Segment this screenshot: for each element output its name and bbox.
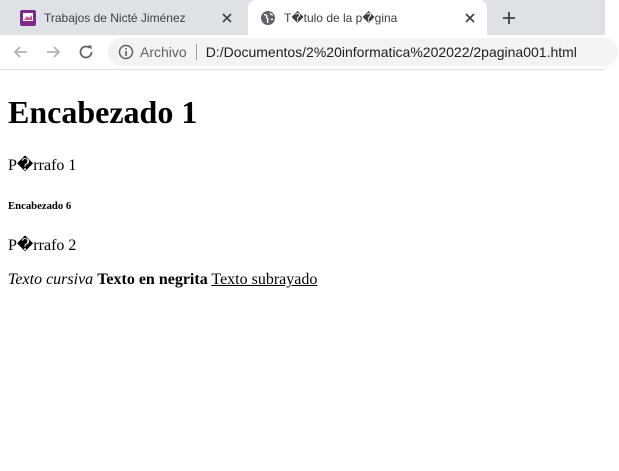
close-tab-icon[interactable] <box>461 9 479 27</box>
tab-title: Trabajos de Nicté Jiménez <box>44 10 186 25</box>
globe-icon <box>260 10 276 26</box>
paragraph-2: P�rrafo 2 <box>8 237 77 254</box>
url-text[interactable]: D:/Documentos/2%20informatica%202022/2pa… <box>206 44 577 60</box>
divider <box>195 44 197 60</box>
reload-icon <box>79 45 93 59</box>
formatted-text-line: Texto cursiva Texto en negrita Texto sub… <box>8 271 603 289</box>
tab-titulo[interactable]: T�tulo de la p�gina <box>248 0 487 35</box>
forward-button[interactable] <box>42 41 64 63</box>
heading-6: Encabezado 6 <box>8 200 72 212</box>
heading-1: Encabezado 1 <box>8 94 198 130</box>
italic-text: Texto cursiva <box>8 271 94 288</box>
back-button[interactable] <box>10 41 32 63</box>
scheme-label: Archivo <box>140 44 187 60</box>
bold-text: Texto en negrita <box>97 271 208 288</box>
purple-app-icon <box>20 9 36 26</box>
tab-trabajos[interactable]: Trabajos de Nicté Jiménez <box>8 0 244 35</box>
tab-title: T�tulo de la p�gina <box>284 10 398 25</box>
reload-button[interactable] <box>75 41 97 63</box>
arrow-left-icon <box>13 46 27 58</box>
tab-strip: Trabajos de Nicté Jiménez T�tulo de la p… <box>0 0 605 35</box>
arrow-right-icon <box>47 46 61 58</box>
new-tab-button[interactable] <box>498 7 520 29</box>
address-bar[interactable]: Archivo D:/Documentos/2%20informatica%20… <box>108 38 618 66</box>
page-content: Encabezado 1 P�rrafo 1 Encabezado 6 P�rr… <box>8 70 603 289</box>
close-tab-icon[interactable] <box>218 9 236 27</box>
paragraph-1: P�rrafo 1 <box>8 157 77 174</box>
info-icon[interactable] <box>118 44 134 60</box>
underline-text: Texto subrayado <box>211 271 318 288</box>
plus-icon <box>503 12 515 24</box>
browser-toolbar: Archivo D:/Documentos/2%20informatica%20… <box>0 35 618 70</box>
